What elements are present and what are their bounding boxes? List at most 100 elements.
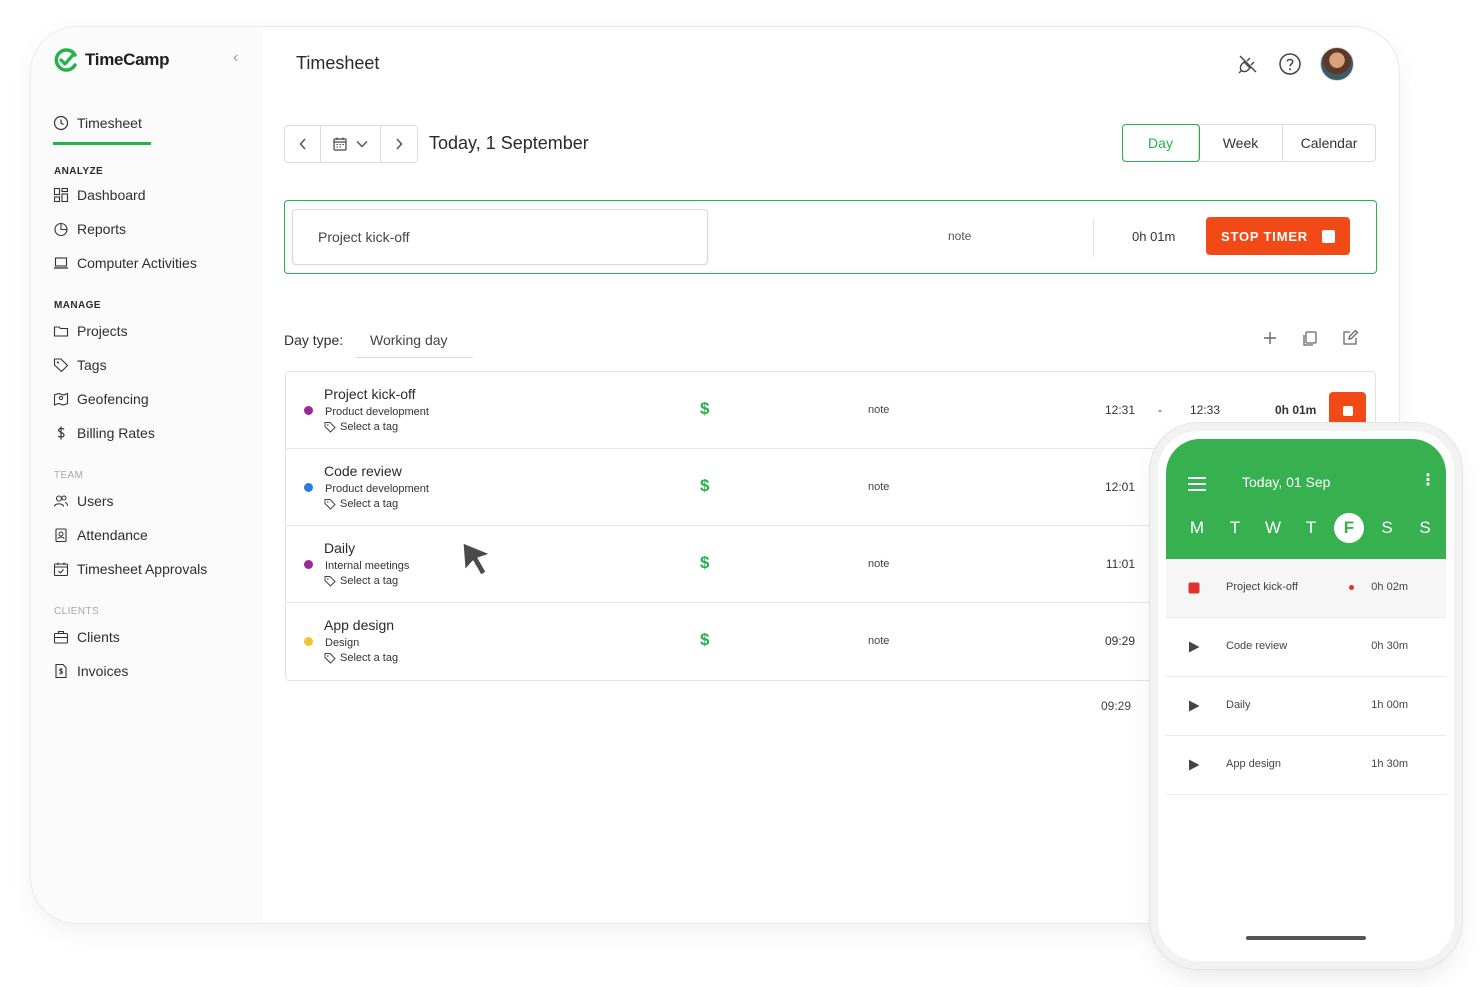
time-separator: - bbox=[1158, 403, 1162, 417]
sidebar-item-billing-rates[interactable]: Billing Rates bbox=[53, 423, 155, 443]
plus-icon[interactable] bbox=[1261, 329, 1279, 347]
timer-note-field[interactable]: note bbox=[948, 229, 971, 243]
sidebar-item-projects[interactable]: Projects bbox=[53, 321, 128, 341]
billable-icon[interactable]: $ bbox=[700, 553, 709, 573]
stop-timer-button[interactable]: STOP TIMER bbox=[1206, 217, 1350, 255]
users-icon bbox=[53, 495, 68, 507]
tab-calendar[interactable]: Calendar bbox=[1283, 125, 1375, 161]
more-vertical-icon[interactable]: ⋮ bbox=[1420, 473, 1436, 489]
sidebar-item-geofencing[interactable]: Geofencing bbox=[53, 389, 149, 409]
sidebar-item-label: Geofencing bbox=[77, 391, 149, 407]
sidebar-item-timesheet-approvals[interactable]: Timesheet Approvals bbox=[53, 559, 207, 579]
entry-tag-selector[interactable]: Select a tag bbox=[324, 575, 398, 587]
billable-icon[interactable]: $ bbox=[700, 630, 709, 650]
sidebar-item-dashboard[interactable]: Dashboard bbox=[53, 185, 146, 205]
prev-day-button[interactable] bbox=[285, 126, 321, 162]
hamburger-menu-icon[interactable] bbox=[1188, 477, 1206, 491]
entry-start-time[interactable]: 12:31 bbox=[1105, 403, 1135, 417]
entry-project[interactable]: Product development bbox=[325, 483, 429, 495]
entry-title[interactable]: Project kick-off bbox=[324, 386, 416, 402]
entry-tag-selector[interactable]: Select a tag bbox=[324, 652, 398, 664]
tab-day[interactable]: Day bbox=[1122, 124, 1200, 162]
weekday-wednesday[interactable]: W bbox=[1258, 513, 1288, 543]
entry-note[interactable]: note bbox=[868, 558, 889, 570]
stop-square-icon[interactable] bbox=[1188, 582, 1200, 594]
list-item[interactable]: Daily 1h 00m bbox=[1166, 677, 1446, 736]
entry-tag-selector[interactable]: Select a tag bbox=[324, 498, 398, 510]
header-actions bbox=[1236, 47, 1354, 81]
entry-project[interactable]: Internal meetings bbox=[325, 560, 409, 572]
sidebar-item-clients[interactable]: Clients bbox=[53, 627, 120, 647]
entry-start-time[interactable]: 11:01 bbox=[1106, 557, 1135, 571]
entry-tag-label: Select a tag bbox=[340, 652, 399, 664]
plug-icon[interactable] bbox=[1236, 52, 1260, 76]
copy-icon[interactable] bbox=[1301, 329, 1319, 347]
mobile-entry-time: 1h 30m bbox=[1371, 758, 1408, 770]
tag-icon bbox=[324, 576, 336, 587]
avatar[interactable] bbox=[1320, 47, 1354, 81]
entry-note[interactable]: note bbox=[868, 481, 889, 493]
help-icon[interactable] bbox=[1278, 52, 1302, 76]
stop-square-icon bbox=[1321, 229, 1335, 243]
play-icon[interactable] bbox=[1188, 700, 1200, 712]
mobile-entry-time: 0h 02m bbox=[1371, 581, 1408, 593]
entry-tag-label: Select a tag bbox=[340, 498, 399, 510]
sidebar-item-label: Clients bbox=[77, 629, 120, 645]
entry-title[interactable]: Daily bbox=[324, 540, 355, 556]
weekday-tuesday[interactable]: T bbox=[1220, 513, 1250, 543]
sidebar-item-reports[interactable]: Reports bbox=[53, 219, 126, 239]
sidebar-item-attendance[interactable]: Attendance bbox=[53, 525, 148, 545]
collapse-sidebar-icon[interactable]: ‹ bbox=[233, 50, 247, 66]
sidebar-item-computer-activities[interactable]: Computer Activities bbox=[53, 253, 197, 273]
weekday-thursday[interactable]: T bbox=[1296, 513, 1326, 543]
weekday-friday[interactable]: F bbox=[1334, 513, 1364, 543]
play-icon[interactable] bbox=[1188, 759, 1200, 771]
entry-title[interactable]: App design bbox=[324, 617, 394, 633]
sidebar-item-label: Timesheet bbox=[77, 114, 142, 131]
page-title: Timesheet bbox=[296, 53, 380, 73]
logo[interactable]: TimeCamp bbox=[53, 47, 170, 73]
play-icon[interactable] bbox=[1188, 641, 1200, 653]
list-item[interactable]: App design 1h 30m bbox=[1166, 736, 1446, 795]
entry-stop-button[interactable] bbox=[1329, 392, 1366, 429]
clock-icon bbox=[53, 115, 69, 130]
weekday-sunday[interactable]: S bbox=[1410, 513, 1440, 543]
week-day-selector: M T W T F S S bbox=[1182, 513, 1440, 543]
entry-start-time[interactable]: 09:29 bbox=[1105, 634, 1135, 648]
billable-icon[interactable]: $ bbox=[700, 399, 709, 419]
entry-tag-selector[interactable]: Select a tag bbox=[324, 421, 398, 433]
tab-week[interactable]: Week bbox=[1199, 125, 1283, 161]
dollar-icon bbox=[57, 426, 65, 440]
list-item[interactable]: Code review 0h 30m bbox=[1166, 618, 1446, 677]
entry-project[interactable]: Product development bbox=[325, 406, 429, 418]
section-manage: MANAGE bbox=[54, 300, 101, 311]
entry-title[interactable]: Code review bbox=[324, 463, 402, 479]
weekday-saturday[interactable]: S bbox=[1372, 513, 1402, 543]
mobile-entry-name: Daily bbox=[1226, 699, 1251, 711]
entry-project[interactable]: Design bbox=[325, 637, 359, 649]
dashboard-icon bbox=[53, 187, 69, 203]
sidebar-item-label: Billing Rates bbox=[77, 425, 155, 441]
sidebar-item-timesheet[interactable]: Timesheet bbox=[53, 115, 151, 145]
entry-note[interactable]: note bbox=[868, 635, 889, 647]
sidebar-item-users[interactable]: Users bbox=[53, 491, 114, 511]
sidebar-item-label: Projects bbox=[77, 323, 128, 339]
entry-start-time[interactable]: 12:01 bbox=[1105, 480, 1135, 494]
tag-icon bbox=[53, 358, 69, 373]
next-day-button[interactable] bbox=[381, 126, 417, 162]
tag-icon bbox=[324, 499, 336, 510]
weekday-monday[interactable]: M bbox=[1182, 513, 1212, 543]
billable-icon[interactable]: $ bbox=[700, 476, 709, 496]
timer-task-input[interactable]: Project kick-off bbox=[292, 209, 708, 265]
sidebar-item-invoices[interactable]: Invoices bbox=[53, 661, 128, 681]
sidebar-item-tags[interactable]: Tags bbox=[53, 355, 107, 375]
mobile-header: Today, 01 Sep ⋮ M T W T F S S bbox=[1166, 439, 1446, 559]
edit-icon[interactable] bbox=[1341, 329, 1359, 347]
date-picker-button[interactable] bbox=[321, 126, 381, 162]
mouse-cursor-icon bbox=[462, 542, 491, 576]
list-item[interactable]: Project kick-off 0h 02m bbox=[1166, 559, 1446, 618]
entry-end-time[interactable]: 12:33 bbox=[1190, 403, 1220, 417]
section-team: TEAM bbox=[54, 470, 84, 481]
day-type-select[interactable]: Working day bbox=[356, 322, 473, 358]
entry-note[interactable]: note bbox=[868, 404, 889, 416]
